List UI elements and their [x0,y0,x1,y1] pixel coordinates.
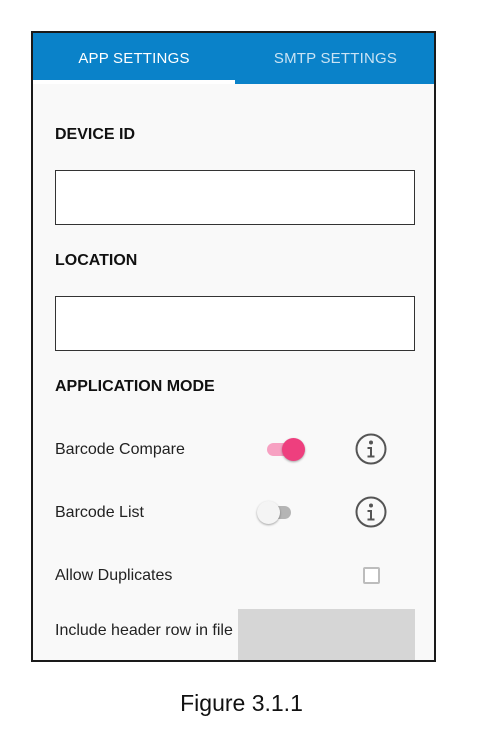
include-header-row-control[interactable] [238,609,415,660]
location-label: LOCATION [55,252,138,269]
barcode-list-info-icon[interactable] [355,496,387,528]
tab-bar: APP SETTINGS SMTP SETTINGS [33,33,434,84]
barcode-compare-info-icon[interactable] [355,433,387,465]
allow-duplicates-label: Allow Duplicates [55,567,173,584]
allow-duplicates-checkbox[interactable] [363,567,380,584]
app-settings-screen: APP SETTINGS SMTP SETTINGS DEVICE ID LOC… [31,31,436,662]
application-mode-heading: APPLICATION MODE [55,378,215,395]
tab-app-settings[interactable]: APP SETTINGS [33,33,235,84]
location-input[interactable] [55,296,415,351]
barcode-list-toggle[interactable] [257,500,297,524]
figure-caption: Figure 3.1.1 [180,690,303,716]
toggle-thumb [257,501,280,524]
device-id-input[interactable] [55,170,415,225]
tab-smtp-settings[interactable]: SMTP SETTINGS [235,33,434,84]
barcode-compare-toggle[interactable] [265,437,305,461]
barcode-list-label: Barcode List [55,504,144,521]
include-header-row-label: Include header row in file [55,622,233,639]
toggle-thumb [282,438,305,461]
barcode-compare-label: Barcode Compare [55,441,185,458]
active-tab-indicator [33,80,235,84]
device-id-label: DEVICE ID [55,126,136,143]
